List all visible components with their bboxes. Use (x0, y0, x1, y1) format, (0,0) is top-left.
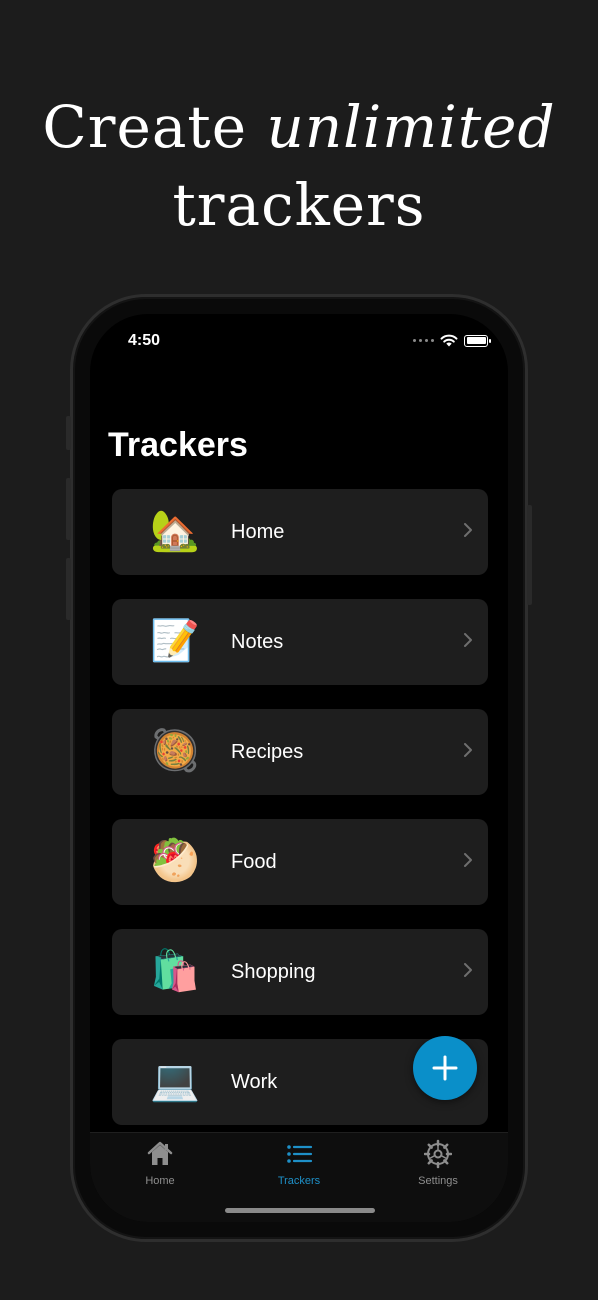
side-button-volume-down (66, 558, 71, 620)
shopping-bags-emoji-icon: 🛍️ (150, 949, 200, 993)
pita-emoji-icon: 🥙 (150, 839, 200, 883)
laptop-emoji-icon: 💻 (150, 1059, 200, 1103)
home-indicator (225, 1208, 375, 1213)
house-emoji-icon: 🏡 (150, 509, 200, 553)
tracker-row-food[interactable]: 🥙 Food (112, 819, 488, 905)
tracker-row-notes[interactable]: 📝 Notes (112, 599, 488, 685)
side-button-volume-up (66, 478, 71, 540)
headline-line-1: Create unlimited (0, 88, 598, 166)
tab-home[interactable]: Home (110, 1139, 210, 1187)
tracker-label: Work (231, 1070, 278, 1093)
tracker-label: Shopping (231, 960, 316, 983)
side-button-silent (66, 416, 71, 450)
status-icons (413, 334, 491, 347)
tracker-row-recipes[interactable]: 🥘 Recipes (112, 709, 488, 795)
tracker-row-home[interactable]: 🏡 Home (112, 489, 488, 575)
tab-label: Trackers (277, 1175, 321, 1187)
chevron-right-icon (464, 633, 472, 647)
headline-line-2: trackers (172, 171, 426, 239)
tracker-label: Food (231, 850, 277, 873)
side-button-power (527, 505, 532, 605)
phone-screen: 4:50 Trackers 🏡 Home 📝 Notes 🥘 Recipes 🥙 (90, 314, 508, 1222)
gear-icon (424, 1139, 452, 1169)
tracker-label: Home (231, 520, 285, 543)
tab-settings[interactable]: Settings (388, 1139, 488, 1187)
plus-icon (432, 1055, 458, 1081)
list-icon (287, 1145, 313, 1163)
pan-emoji-icon: 🥘 (150, 729, 200, 773)
add-tracker-button[interactable] (413, 1036, 477, 1100)
memo-emoji-icon: 📝 (150, 619, 200, 663)
tab-label: Settings (418, 1175, 458, 1187)
marketing-headline: Create unlimited trackers (0, 88, 598, 244)
page-title: Trackers (108, 426, 248, 464)
chevron-right-icon (464, 743, 472, 757)
signal-dots-icon (413, 339, 434, 342)
tracker-row-shopping[interactable]: 🛍️ Shopping (112, 929, 488, 1015)
tab-label: Home (145, 1175, 175, 1187)
headline-italic: unlimited (266, 93, 556, 161)
tracker-label: Notes (231, 630, 284, 653)
chevron-right-icon (464, 963, 472, 977)
house-icon (147, 1141, 173, 1165)
chevron-right-icon (464, 523, 472, 537)
status-time: 4:50 (128, 332, 161, 349)
tab-trackers[interactable]: Trackers (249, 1139, 349, 1187)
wifi-icon (440, 334, 458, 347)
tracker-label: Recipes (231, 740, 304, 763)
chevron-right-icon (464, 853, 472, 867)
battery-icon (464, 334, 491, 347)
headline-plain: Create (42, 93, 267, 161)
